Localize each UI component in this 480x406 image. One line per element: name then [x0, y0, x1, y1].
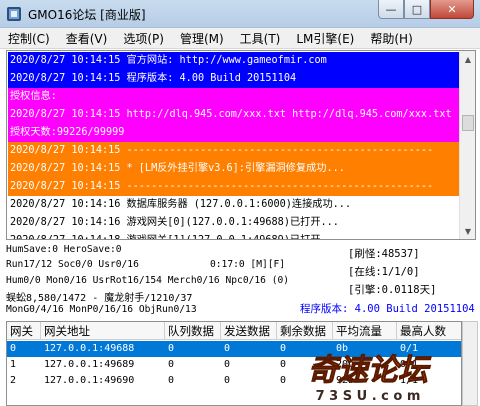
col-sent[interactable]: 发送数据 [221, 322, 277, 340]
table-cell: 0 [280, 375, 287, 386]
table-cell: 127.0.0.1:49688 [44, 343, 135, 354]
menu-bar: 控制(C) 查看(V) 选项(P) 管理(M) 工具(T) LM引擎(E) 帮助… [0, 28, 480, 49]
menu-tools[interactable]: 工具(T) [240, 30, 281, 47]
log-line: 2020/8/27 10:14:15 程序版本: 4.00 Build 2015… [8, 70, 460, 88]
menu-lm-engine[interactable]: LM引擎(E) [296, 30, 354, 47]
engine-days: [引擎:0.0118天] [348, 284, 437, 296]
status-monster: 蜈蚣8,580/1472 - 魔龙射手/1210/37 [6, 293, 193, 304]
log-line: 授权信息: [8, 88, 460, 106]
online-counter: [在线:1/1/0] [348, 266, 420, 278]
status-time: 0:17:0 [M][F] [210, 259, 286, 270]
status-save: HumSave:0 HeroSave:0 [6, 244, 122, 255]
table-cell: 0 [224, 359, 231, 370]
table-cell: 0/1 [400, 343, 419, 354]
col-address[interactable]: 网关地址 [41, 322, 165, 340]
table-row[interactable]: 2 127.0.0.1:49690 0 0 0 92b 1/1 [7, 373, 461, 389]
table-cell: 0b [336, 343, 349, 354]
table-cell: 127.0.0.1:49690 [44, 375, 135, 386]
table-cell: 0 [280, 343, 287, 354]
program-version: 程序版本: 4.00 Build 20151104 [300, 303, 475, 315]
status-hum: Hum0/0 Mon0/16 UsrRot16/154 Merch0/16 Np… [6, 275, 290, 286]
scroll-thumb[interactable] [462, 115, 474, 131]
window-controls: — □ ✕ [378, 0, 474, 20]
col-gateway[interactable]: 网关 [7, 322, 41, 340]
scroll-up-icon[interactable]: ▲ [460, 51, 475, 67]
minimize-button[interactable]: — [378, 0, 404, 19]
log-lines: 2020/8/27 10:14:15 官方网站: http://www.game… [8, 52, 460, 239]
status-run: Run17/12 Soc0/0 Usr0/16 [6, 259, 139, 270]
status-panel: HumSave:0 HeroSave:0 Run17/12 Soc0/0 Usr… [6, 242, 476, 318]
table-cell: 1 [10, 359, 17, 370]
refresh-counter: [刷怪:48537] [348, 248, 420, 260]
table-cell: 0 [168, 359, 175, 370]
log-line: 2020/8/27 10:14:15 ---------------------… [8, 178, 460, 196]
log-panel[interactable]: 2020/8/27 10:14:15 官方网站: http://www.game… [6, 50, 476, 240]
menu-view[interactable]: 查看(V) [66, 30, 108, 47]
table-cell: 20b [336, 359, 355, 370]
log-line: 2020/8/27 10:14:16 数据库服务器 (127.0.0.1:600… [10, 199, 352, 210]
table-row[interactable]: 1 127.0.0.1:49689 0 0 0 20b 0/1 [7, 357, 461, 373]
col-traffic[interactable]: 平均流量 [333, 322, 397, 340]
table-cell: 0 [224, 375, 231, 386]
table-header: 网关 网关地址 队列数据 发送数据 剩余数据 平均流量 最高人数 [7, 322, 461, 340]
menu-manage[interactable]: 管理(M) [180, 30, 224, 47]
log-line: 2020/8/27 10:14:18 游戏网关[1](127.0.0.1:496… [8, 232, 460, 239]
gateway-table[interactable]: 网关 网关地址 队列数据 发送数据 剩余数据 平均流量 最高人数 0 127.0.… [6, 321, 462, 406]
log-scrollbar[interactable]: ▲ ▼ [459, 51, 475, 239]
log-line: 2020/8/27 10:14:15 * [LM反外挂引擎v3.6]:引擎漏洞修… [8, 160, 460, 178]
table-cell: 0 [280, 359, 287, 370]
table-cell: 2 [10, 375, 17, 386]
log-line: 2020/8/27 10:14:15 官方网站: http://www.game… [8, 52, 460, 70]
table-cell: 0 [168, 375, 175, 386]
table-scrollbar[interactable] [462, 321, 478, 406]
app-icon [7, 7, 21, 21]
scroll-down-icon[interactable]: ▼ [460, 223, 475, 239]
close-button[interactable]: ✕ [430, 0, 474, 19]
log-line: 2020/8/27 10:14:16 游戏网关[0](127.0.0.1:496… [10, 217, 339, 228]
col-remaining[interactable]: 剩余数据 [277, 322, 333, 340]
log-line: 2020/8/27 10:14:15 ---------------------… [8, 142, 460, 160]
col-max-users[interactable]: 最高人数 [397, 322, 461, 340]
table-row[interactable]: 0 127.0.0.1:49688 0 0 0 0b 0/1 [7, 341, 461, 357]
log-line: 授权天数:99226/99999 [8, 124, 460, 142]
table-cell: 0 [168, 343, 175, 354]
table-cell: 127.0.0.1:49689 [44, 359, 135, 370]
title-bar[interactable]: GMO16论坛 [商业版] — □ ✕ [0, 0, 480, 28]
col-queue[interactable]: 队列数据 [165, 322, 221, 340]
window-title: GMO16论坛 [商业版] [28, 8, 146, 22]
table-cell: 92b [336, 375, 355, 386]
table-cell: 0 [10, 343, 17, 354]
maximize-button[interactable]: □ [404, 0, 430, 19]
table-cell: 0 [224, 343, 231, 354]
menu-help[interactable]: 帮助(H) [370, 30, 412, 47]
table-cell: 0/1 [400, 359, 419, 370]
status-mong: MonG0/4/16 MonP0/16/16 ObjRun0/13 [6, 304, 197, 315]
table-cell: 1/1 [400, 375, 419, 386]
menu-control[interactable]: 控制(C) [8, 30, 50, 47]
menu-options[interactable]: 选项(P) [123, 30, 164, 47]
log-line: 2020/8/27 10:14:15 http://dlq.945.com/xx… [8, 106, 460, 124]
